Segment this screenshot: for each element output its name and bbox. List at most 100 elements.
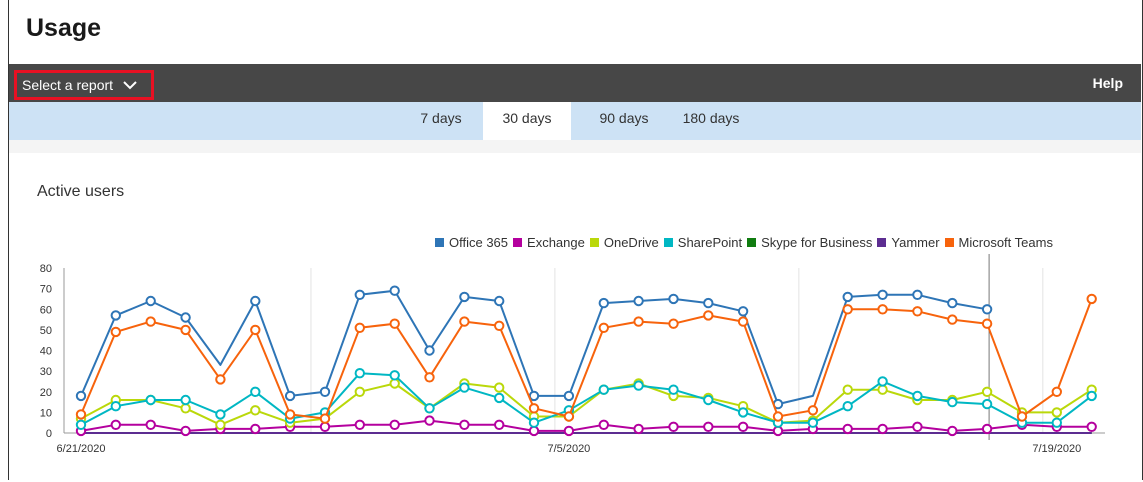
series-line-exchange bbox=[80, 419, 1092, 432]
data-point bbox=[180, 394, 191, 406]
data-point bbox=[1086, 293, 1097, 305]
data-point bbox=[250, 405, 261, 416]
data-point bbox=[737, 421, 749, 432]
data-point bbox=[354, 322, 365, 333]
data-point bbox=[528, 417, 540, 428]
data-point bbox=[110, 310, 122, 321]
data-point bbox=[877, 289, 888, 300]
data-point bbox=[75, 390, 87, 402]
series-line-onedrive bbox=[80, 382, 1093, 426]
data-point bbox=[494, 320, 505, 331]
x-tick-label: 7/19/2020 bbox=[1032, 443, 1081, 455]
data-point bbox=[877, 304, 888, 315]
data-point bbox=[145, 295, 156, 307]
data-point bbox=[947, 314, 958, 325]
data-point bbox=[389, 378, 400, 389]
data-point bbox=[494, 295, 505, 307]
data-point bbox=[319, 413, 331, 424]
data-point bbox=[110, 326, 122, 338]
data-point bbox=[389, 419, 400, 430]
x-tick-label: 6/21/2020 bbox=[57, 443, 106, 455]
y-tick-label: 30 bbox=[40, 366, 52, 378]
data-point bbox=[877, 376, 888, 387]
y-tick-label: 0 bbox=[46, 428, 52, 440]
data-point bbox=[912, 390, 923, 402]
data-point bbox=[1016, 411, 1028, 422]
data-point bbox=[633, 316, 644, 327]
data-point bbox=[633, 295, 644, 307]
data-point bbox=[1051, 386, 1063, 397]
y-tick-label: 10 bbox=[40, 407, 52, 419]
y-tick-label: 50 bbox=[40, 325, 52, 337]
data-point bbox=[424, 345, 435, 356]
data-point bbox=[459, 316, 470, 327]
data-point bbox=[668, 293, 679, 305]
data-point bbox=[772, 425, 784, 437]
data-point bbox=[842, 304, 853, 315]
data-point bbox=[319, 421, 331, 432]
data-point bbox=[424, 372, 435, 383]
data-point bbox=[389, 285, 400, 296]
data-point bbox=[912, 421, 923, 432]
data-point bbox=[145, 394, 156, 406]
data-point bbox=[145, 316, 156, 327]
data-point bbox=[354, 289, 365, 300]
data-point bbox=[703, 421, 714, 432]
data-point bbox=[250, 324, 261, 336]
y-tick-label: 40 bbox=[40, 346, 52, 358]
data-point bbox=[947, 396, 958, 408]
data-point bbox=[842, 291, 853, 303]
data-point bbox=[180, 312, 191, 323]
data-point bbox=[389, 318, 400, 329]
data-point bbox=[180, 403, 191, 414]
data-point bbox=[807, 405, 819, 416]
data-point bbox=[703, 394, 714, 406]
data-point bbox=[737, 316, 749, 327]
y-tick-label: 80 bbox=[40, 263, 52, 275]
data-point bbox=[145, 419, 156, 430]
data-point bbox=[284, 390, 296, 402]
data-point bbox=[459, 382, 470, 393]
data-point bbox=[912, 306, 923, 317]
data-point bbox=[842, 423, 853, 435]
data-point bbox=[947, 297, 958, 309]
data-point bbox=[459, 291, 470, 303]
y-tick-label: 70 bbox=[40, 284, 52, 296]
data-point bbox=[737, 306, 749, 317]
data-point bbox=[215, 409, 226, 420]
data-point bbox=[737, 407, 749, 418]
data-point bbox=[842, 384, 853, 395]
data-point bbox=[563, 425, 575, 437]
data-point bbox=[528, 403, 540, 414]
data-point bbox=[215, 374, 226, 385]
data-point bbox=[1086, 421, 1097, 432]
data-point bbox=[981, 386, 993, 397]
data-point bbox=[807, 417, 819, 428]
data-point bbox=[528, 425, 540, 437]
data-point bbox=[633, 380, 644, 391]
data-point bbox=[319, 386, 331, 397]
data-point bbox=[110, 419, 122, 430]
data-point bbox=[250, 423, 261, 435]
data-point bbox=[1086, 390, 1097, 402]
data-point bbox=[494, 419, 505, 430]
data-point bbox=[563, 390, 575, 402]
data-point bbox=[424, 415, 435, 426]
y-tick-label: 60 bbox=[40, 304, 52, 316]
data-point bbox=[947, 425, 958, 437]
data-point bbox=[703, 310, 714, 321]
data-point bbox=[668, 421, 679, 432]
data-point bbox=[598, 322, 609, 333]
data-point bbox=[215, 419, 226, 430]
y-tick-label: 20 bbox=[40, 387, 52, 399]
data-point bbox=[703, 297, 714, 309]
data-point bbox=[354, 368, 365, 379]
data-point bbox=[180, 324, 191, 336]
data-point bbox=[250, 295, 261, 307]
data-point bbox=[284, 409, 296, 420]
data-point bbox=[563, 411, 575, 422]
data-point bbox=[877, 423, 888, 435]
data-point bbox=[633, 423, 644, 435]
data-point bbox=[668, 384, 679, 395]
series-line-sharepoint bbox=[80, 372, 1093, 426]
